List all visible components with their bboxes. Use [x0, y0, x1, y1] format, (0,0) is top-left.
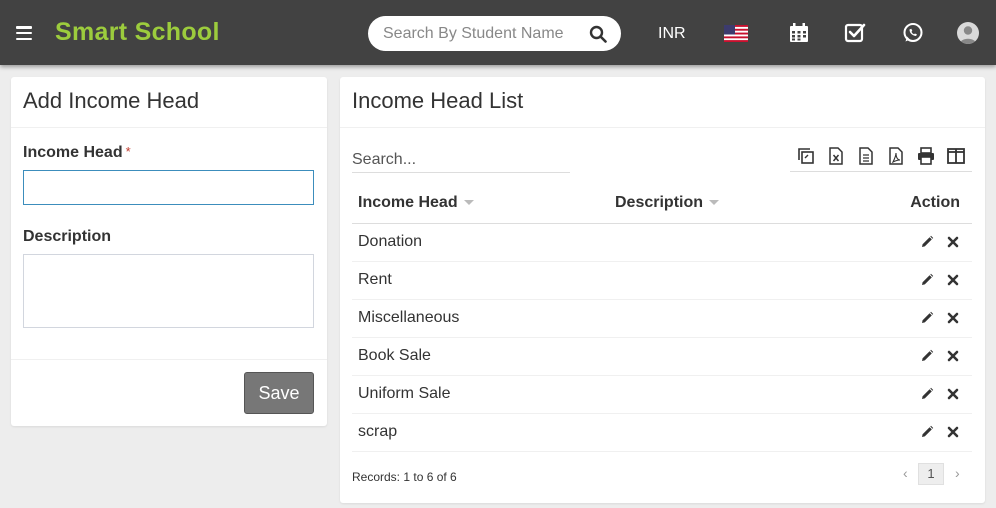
action-cell — [839, 375, 972, 414]
edit-pencil-icon[interactable] — [920, 349, 934, 363]
delete-x-icon[interactable] — [946, 425, 960, 439]
brand-logo-text[interactable]: Smart School — [55, 18, 220, 47]
description-label: Description — [23, 228, 112, 245]
export-toolbar — [790, 144, 972, 172]
print-icon[interactable] — [916, 146, 936, 166]
whatsapp-icon[interactable] — [901, 22, 925, 44]
action-cell — [839, 299, 972, 338]
sort-caret-icon — [463, 200, 474, 206]
student-search-box — [368, 16, 621, 51]
columns-icon[interactable] — [946, 146, 966, 166]
table-header-row: Income Head Description Action — [352, 183, 972, 224]
top-navbar: Smart School INR — [0, 0, 996, 65]
pagination-prev-button[interactable]: ‹ — [903, 465, 908, 481]
panel-header-divider — [340, 127, 985, 128]
income-head-cell: scrap — [352, 413, 609, 452]
sort-caret-icon — [709, 200, 720, 206]
csv-icon[interactable] — [856, 146, 876, 166]
excel-icon[interactable] — [826, 146, 846, 166]
income-head-table: Income Head Description Action Donation R… — [352, 183, 972, 452]
delete-x-icon[interactable] — [946, 349, 960, 363]
income-head-list-title: Income Head List — [352, 88, 524, 113]
copy-icon[interactable] — [796, 146, 816, 166]
income-head-label: Income Head * — [23, 144, 131, 161]
calendar-icon[interactable] — [787, 22, 811, 44]
pagination-next-button[interactable]: › — [955, 465, 960, 481]
pagination-page-button[interactable]: 1 — [918, 463, 944, 485]
action-cell — [839, 261, 972, 300]
us-flag-icon[interactable] — [724, 25, 748, 42]
pdf-icon[interactable] — [886, 146, 906, 166]
edit-pencil-icon[interactable] — [920, 425, 934, 439]
add-income-head-panel: Add Income Head Income Head * Description… — [11, 77, 327, 426]
delete-x-icon[interactable] — [946, 311, 960, 325]
description-cell — [609, 223, 839, 262]
delete-x-icon[interactable] — [946, 273, 960, 287]
search-icon[interactable] — [589, 25, 607, 43]
column-header-action: Action — [839, 183, 972, 224]
currency-selector[interactable]: INR — [658, 25, 686, 43]
user-avatar-icon[interactable] — [957, 22, 979, 44]
table-row: Book Sale — [352, 337, 972, 376]
required-marker: * — [125, 144, 131, 159]
table-row: scrap — [352, 413, 972, 452]
column-header-description[interactable]: Description — [609, 183, 839, 224]
records-info: Records: 1 to 6 of 6 — [352, 470, 457, 484]
panel-footer-divider — [11, 359, 327, 360]
action-cell — [839, 413, 972, 452]
table-row: Uniform Sale — [352, 375, 972, 414]
description-cell — [609, 413, 839, 452]
save-button[interactable]: Save — [244, 372, 314, 414]
edit-pencil-icon[interactable] — [920, 311, 934, 325]
description-cell — [609, 375, 839, 414]
table-row: Donation — [352, 223, 972, 262]
income-head-input[interactable] — [23, 170, 314, 205]
description-textarea[interactable] — [23, 254, 314, 328]
delete-x-icon[interactable] — [946, 235, 960, 249]
description-cell — [609, 337, 839, 376]
income-head-cell: Miscellaneous — [352, 299, 609, 338]
edit-pencil-icon[interactable] — [920, 235, 934, 249]
column-header-income-head[interactable]: Income Head — [352, 183, 609, 224]
edit-pencil-icon[interactable] — [920, 273, 934, 287]
panel-header-divider — [11, 127, 327, 128]
table-row: Miscellaneous — [352, 299, 972, 338]
list-search-input[interactable] — [352, 147, 570, 173]
add-income-head-title: Add Income Head — [23, 88, 200, 113]
income-head-cell: Rent — [352, 261, 609, 300]
action-cell — [839, 337, 972, 376]
edit-pencil-icon[interactable] — [920, 387, 934, 401]
menu-icon[interactable] — [16, 26, 32, 41]
income-head-cell: Uniform Sale — [352, 375, 609, 414]
tasks-checkbox-icon[interactable] — [843, 22, 867, 44]
income-head-list-panel: Income Head List Search... Income Head D… — [340, 77, 985, 503]
action-cell — [839, 223, 972, 262]
delete-x-icon[interactable] — [946, 387, 960, 401]
table-row: Rent — [352, 261, 972, 300]
description-cell — [609, 299, 839, 338]
student-search-input[interactable] — [383, 24, 563, 44]
income-head-cell: Donation — [352, 223, 609, 262]
description-cell — [609, 261, 839, 300]
income-head-cell: Book Sale — [352, 337, 609, 376]
